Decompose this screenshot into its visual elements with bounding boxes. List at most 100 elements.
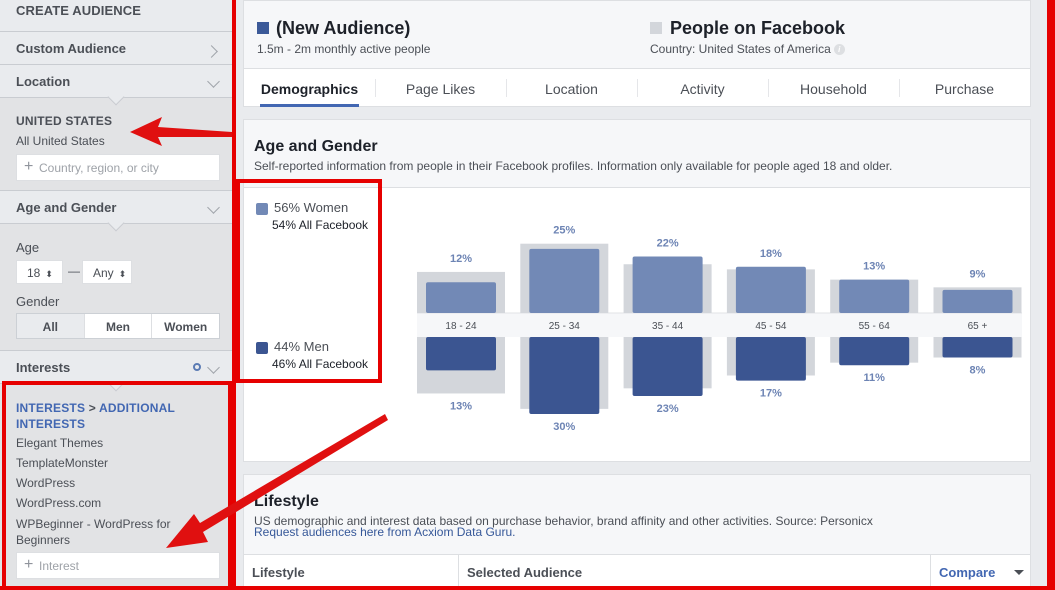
location-label: Location	[16, 74, 71, 89]
compare-color-swatch	[650, 22, 662, 34]
age-category-label: 25 - 34	[549, 321, 581, 332]
interest-item[interactable]: WordPress.com	[16, 496, 101, 510]
gear-icon[interactable]	[193, 363, 201, 371]
breadcrumb-separator: >	[85, 401, 99, 415]
women-bar	[426, 282, 496, 313]
age-gender-chart: 12% 13% 18 - 24 25% 30% 25 - 34 22% 23% 35 - 44 1…	[417, 225, 1022, 433]
audience-header: (New Audience) 1.5m - 2m monthly active …	[243, 0, 1031, 107]
location-scope: All United States	[16, 134, 105, 148]
acxiom-link[interactable]: Request audiences here from Acxiom Data …	[254, 525, 515, 539]
compare-dropdown[interactable]: Compare	[930, 555, 1032, 590]
chevron-down-icon	[207, 199, 220, 215]
location-input-box[interactable]: +	[16, 154, 220, 181]
lifestyle-header: Lifestyle US demographic and interest da…	[244, 475, 1030, 555]
plus-icon: +	[24, 158, 34, 175]
age-separator: —	[68, 264, 80, 278]
men-value-label: 8%	[970, 365, 986, 377]
col-selected-audience: Selected Audience	[467, 565, 583, 580]
women-value-label: 12%	[450, 253, 472, 265]
women-bar	[942, 289, 1013, 313]
men-value-label: 17%	[760, 388, 782, 400]
tab-demographics[interactable]: Demographics	[244, 69, 375, 107]
audience-summary: (New Audience) 1.5m - 2m monthly active …	[244, 1, 1030, 69]
compare-label: Compare	[939, 565, 996, 580]
location-country: UNITED STATES	[16, 114, 113, 128]
info-icon[interactable]: i	[833, 44, 845, 55]
women-bar	[839, 279, 910, 313]
interests-breadcrumb: INTERESTS > ADDITIONAL INTERESTS	[16, 400, 216, 432]
col-lifestyle: Lifestyle	[244, 555, 459, 590]
age-category-label: 65 +	[968, 321, 988, 332]
men-bar	[426, 337, 496, 371]
interest-input[interactable]	[39, 553, 215, 578]
sort-icon: ⬍	[118, 269, 127, 279]
location-input[interactable]	[39, 155, 215, 180]
age-min-value: 18	[27, 266, 41, 280]
gender-option-all[interactable]: All	[17, 314, 84, 338]
age-category-label: 55 - 64	[859, 321, 891, 332]
men-bar	[632, 337, 703, 397]
breadcrumb-root[interactable]: INTERESTS	[16, 401, 85, 415]
chevron-down-icon	[207, 73, 220, 89]
gender-label: Gender	[16, 294, 60, 309]
audience-title: (New Audience)	[276, 18, 411, 38]
audience-size: 1.5m - 2m monthly active people	[257, 42, 431, 56]
women-value-label: 18%	[760, 248, 782, 260]
tab-activity[interactable]: Activity	[637, 69, 768, 107]
age-max-value: Any	[93, 266, 114, 280]
men-value-label: 11%	[863, 372, 885, 384]
custom-audience-row[interactable]: Custom Audience	[0, 31, 232, 64]
gender-segmented-control: All Men Women	[16, 313, 220, 339]
women-value-label: 9%	[970, 268, 986, 280]
lifestyle-title: Lifestyle	[254, 493, 319, 510]
men-value-label: 23%	[657, 403, 679, 415]
men-bar	[839, 337, 910, 366]
men-bar	[942, 337, 1013, 358]
gender-option-women[interactable]: Women	[151, 314, 219, 338]
age-gender-card: Age and Gender Self-reported information…	[243, 119, 1031, 462]
tab-page-likes[interactable]: Page Likes	[375, 69, 506, 107]
interests-label: Interests	[16, 360, 71, 375]
sort-icon: ⬍	[45, 269, 53, 279]
age-min-select[interactable]: 18 ⬍	[16, 260, 63, 284]
tab-household[interactable]: Household	[768, 69, 899, 107]
age-label: Age	[16, 240, 40, 255]
men-value-label: 30%	[553, 421, 575, 433]
compare-country: Country: United States of America	[650, 42, 831, 56]
interest-item[interactable]: Elegant Themes	[16, 436, 103, 450]
compare-title: People on Facebook	[670, 18, 846, 38]
lifestyle-card: Lifestyle US demographic and interest da…	[243, 474, 1031, 590]
interest-input-box[interactable]: +	[16, 552, 220, 579]
tab-purchase[interactable]: Purchase	[899, 69, 1030, 107]
women-bar	[632, 256, 703, 313]
age-category-label: 35 - 44	[652, 321, 684, 332]
age-range: 18 ⬍ — Any ⬍	[16, 260, 136, 284]
women-bar	[735, 266, 806, 313]
tab-location[interactable]: Location	[506, 69, 637, 107]
audience-color-swatch	[257, 22, 269, 34]
plus-icon: +	[24, 556, 34, 573]
chevron-down-icon	[207, 359, 220, 375]
women-value-label: 22%	[657, 238, 679, 250]
caret-down-icon	[1014, 570, 1024, 575]
age-axis-band	[417, 313, 1022, 337]
interest-item[interactable]: TemplateMonster	[16, 456, 108, 470]
create-audience-title: CREATE AUDIENCE	[16, 3, 142, 18]
men-value-label: 13%	[450, 400, 472, 412]
women-value-label: 25%	[553, 225, 575, 237]
compare-subtitle: Country: United States of America i	[650, 42, 845, 56]
women-value-label: 13%	[863, 261, 885, 273]
age-gender-panel: Age 18 ⬍ — Any ⬍ Gender All Men Women	[0, 214, 232, 350]
interest-item[interactable]: WordPress	[16, 476, 75, 490]
men-bar	[529, 337, 600, 414]
location-panel: UNITED STATES All United States +	[0, 88, 232, 190]
age-max-select[interactable]: Any ⬍	[82, 260, 132, 284]
interests-panel: INTERESTS > ADDITIONAL INTERESTS Elegant…	[0, 374, 232, 590]
age-category-label: 45 - 54	[755, 321, 787, 332]
custom-audience-label: Custom Audience	[16, 41, 127, 56]
sidebar: CREATE AUDIENCE Custom Audience Location…	[0, 0, 232, 590]
age-category-label: 18 - 24	[445, 321, 477, 332]
interest-item[interactable]: WPBeginner - WordPress for Beginners	[16, 516, 186, 548]
gender-option-men[interactable]: Men	[83, 314, 152, 338]
men-bar	[735, 337, 806, 381]
